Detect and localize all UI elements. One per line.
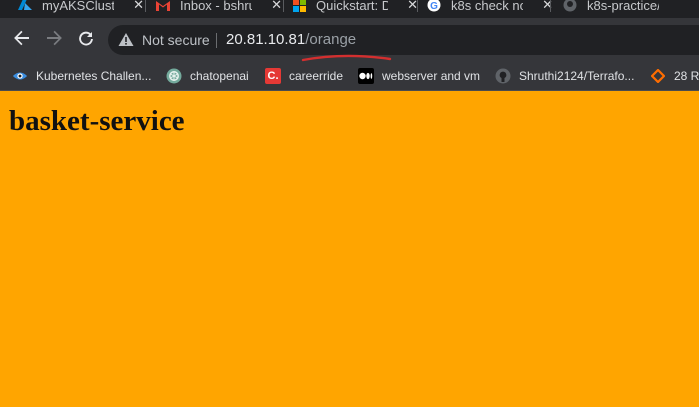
bookmark-label: careerride	[289, 69, 344, 83]
github-icon	[563, 0, 577, 12]
address-bar[interactable]: Not secure 20.81.10.81/orange	[108, 25, 699, 55]
bookmark-label: chatopenai	[190, 69, 249, 83]
bookmark-terraform[interactable]: Shruthi2124/Terrafo...	[495, 67, 634, 85]
gmail-icon	[156, 0, 170, 12]
openai-icon	[166, 68, 182, 84]
url-path: /orange	[305, 31, 357, 48]
bookmark-label: 28 Re	[674, 69, 699, 83]
svg-text:G: G	[430, 1, 438, 12]
url-text[interactable]: 20.81.10.81/orange	[226, 31, 356, 48]
omnibox-divider	[216, 33, 217, 48]
page-heading: basket-service	[9, 105, 185, 137]
careerride-icon: C.	[265, 68, 281, 84]
bookmark-kubernetes[interactable]: Kubernetes Challen...	[12, 67, 151, 85]
url-host: 20.81.10.81	[226, 31, 306, 48]
close-tab-icon[interactable]: ✕	[542, 0, 553, 13]
kubernetes-eye-icon	[12, 68, 28, 84]
forward-button[interactable]	[42, 28, 66, 52]
close-tab-icon[interactable]: ✕	[271, 0, 282, 13]
close-tab-icon[interactable]: ✕	[133, 0, 144, 13]
tab-quickstart[interactable]: Quickstart: Deploy ✕	[292, 0, 418, 17]
forward-arrow-icon	[45, 29, 63, 52]
bookmark-label: Kubernetes Challen...	[36, 69, 152, 83]
medium-icon	[358, 68, 374, 84]
tab-title: k8s check node	[451, 0, 523, 13]
bookmark-label: Shruthi2124/Terrafo...	[519, 69, 635, 83]
tab-title: k8s-practice/	[587, 0, 659, 13]
bookmarks-bar: Kubernetes Challen... chatopenai C. care…	[0, 62, 699, 91]
back-arrow-icon	[13, 29, 31, 52]
page-viewport: basket-service	[0, 91, 699, 407]
tab-title: Inbox - bshruthi	[180, 0, 252, 13]
tab-myakscluster[interactable]: myAKSCluster ✕	[18, 0, 144, 17]
orange-diamond-icon	[650, 68, 666, 84]
back-button[interactable]	[10, 28, 34, 52]
tab-strip: myAKSCluster ✕ Inbox - bshruthi ✕ Quicks…	[0, 0, 699, 18]
tab-k8s-check[interactable]: G k8s check node ✕	[427, 0, 553, 17]
bookmark-label: webserver and vm	[382, 69, 481, 83]
reload-button[interactable]	[74, 28, 98, 52]
warning-triangle-icon[interactable]	[118, 32, 134, 52]
tab-title: Quickstart: Deploy	[316, 0, 388, 13]
microsoft-icon	[292, 0, 306, 12]
github-icon	[495, 68, 511, 84]
google-icon: G	[427, 0, 441, 12]
azure-icon	[18, 0, 32, 12]
bookmark-chatopenai[interactable]: chatopenai	[166, 67, 249, 85]
tab-k8s-practice[interactable]: k8s-practice/	[563, 0, 659, 17]
bookmark-28[interactable]: 28 Re	[650, 67, 699, 85]
tab-title: myAKSCluster	[42, 0, 114, 13]
bookmark-webserver[interactable]: webserver and vm	[358, 67, 480, 85]
bookmark-careerride[interactable]: C. careerride	[265, 67, 343, 85]
reload-icon	[77, 29, 95, 52]
tab-inbox[interactable]: Inbox - bshruthi ✕	[156, 0, 282, 17]
security-status-label[interactable]: Not secure	[142, 32, 210, 48]
